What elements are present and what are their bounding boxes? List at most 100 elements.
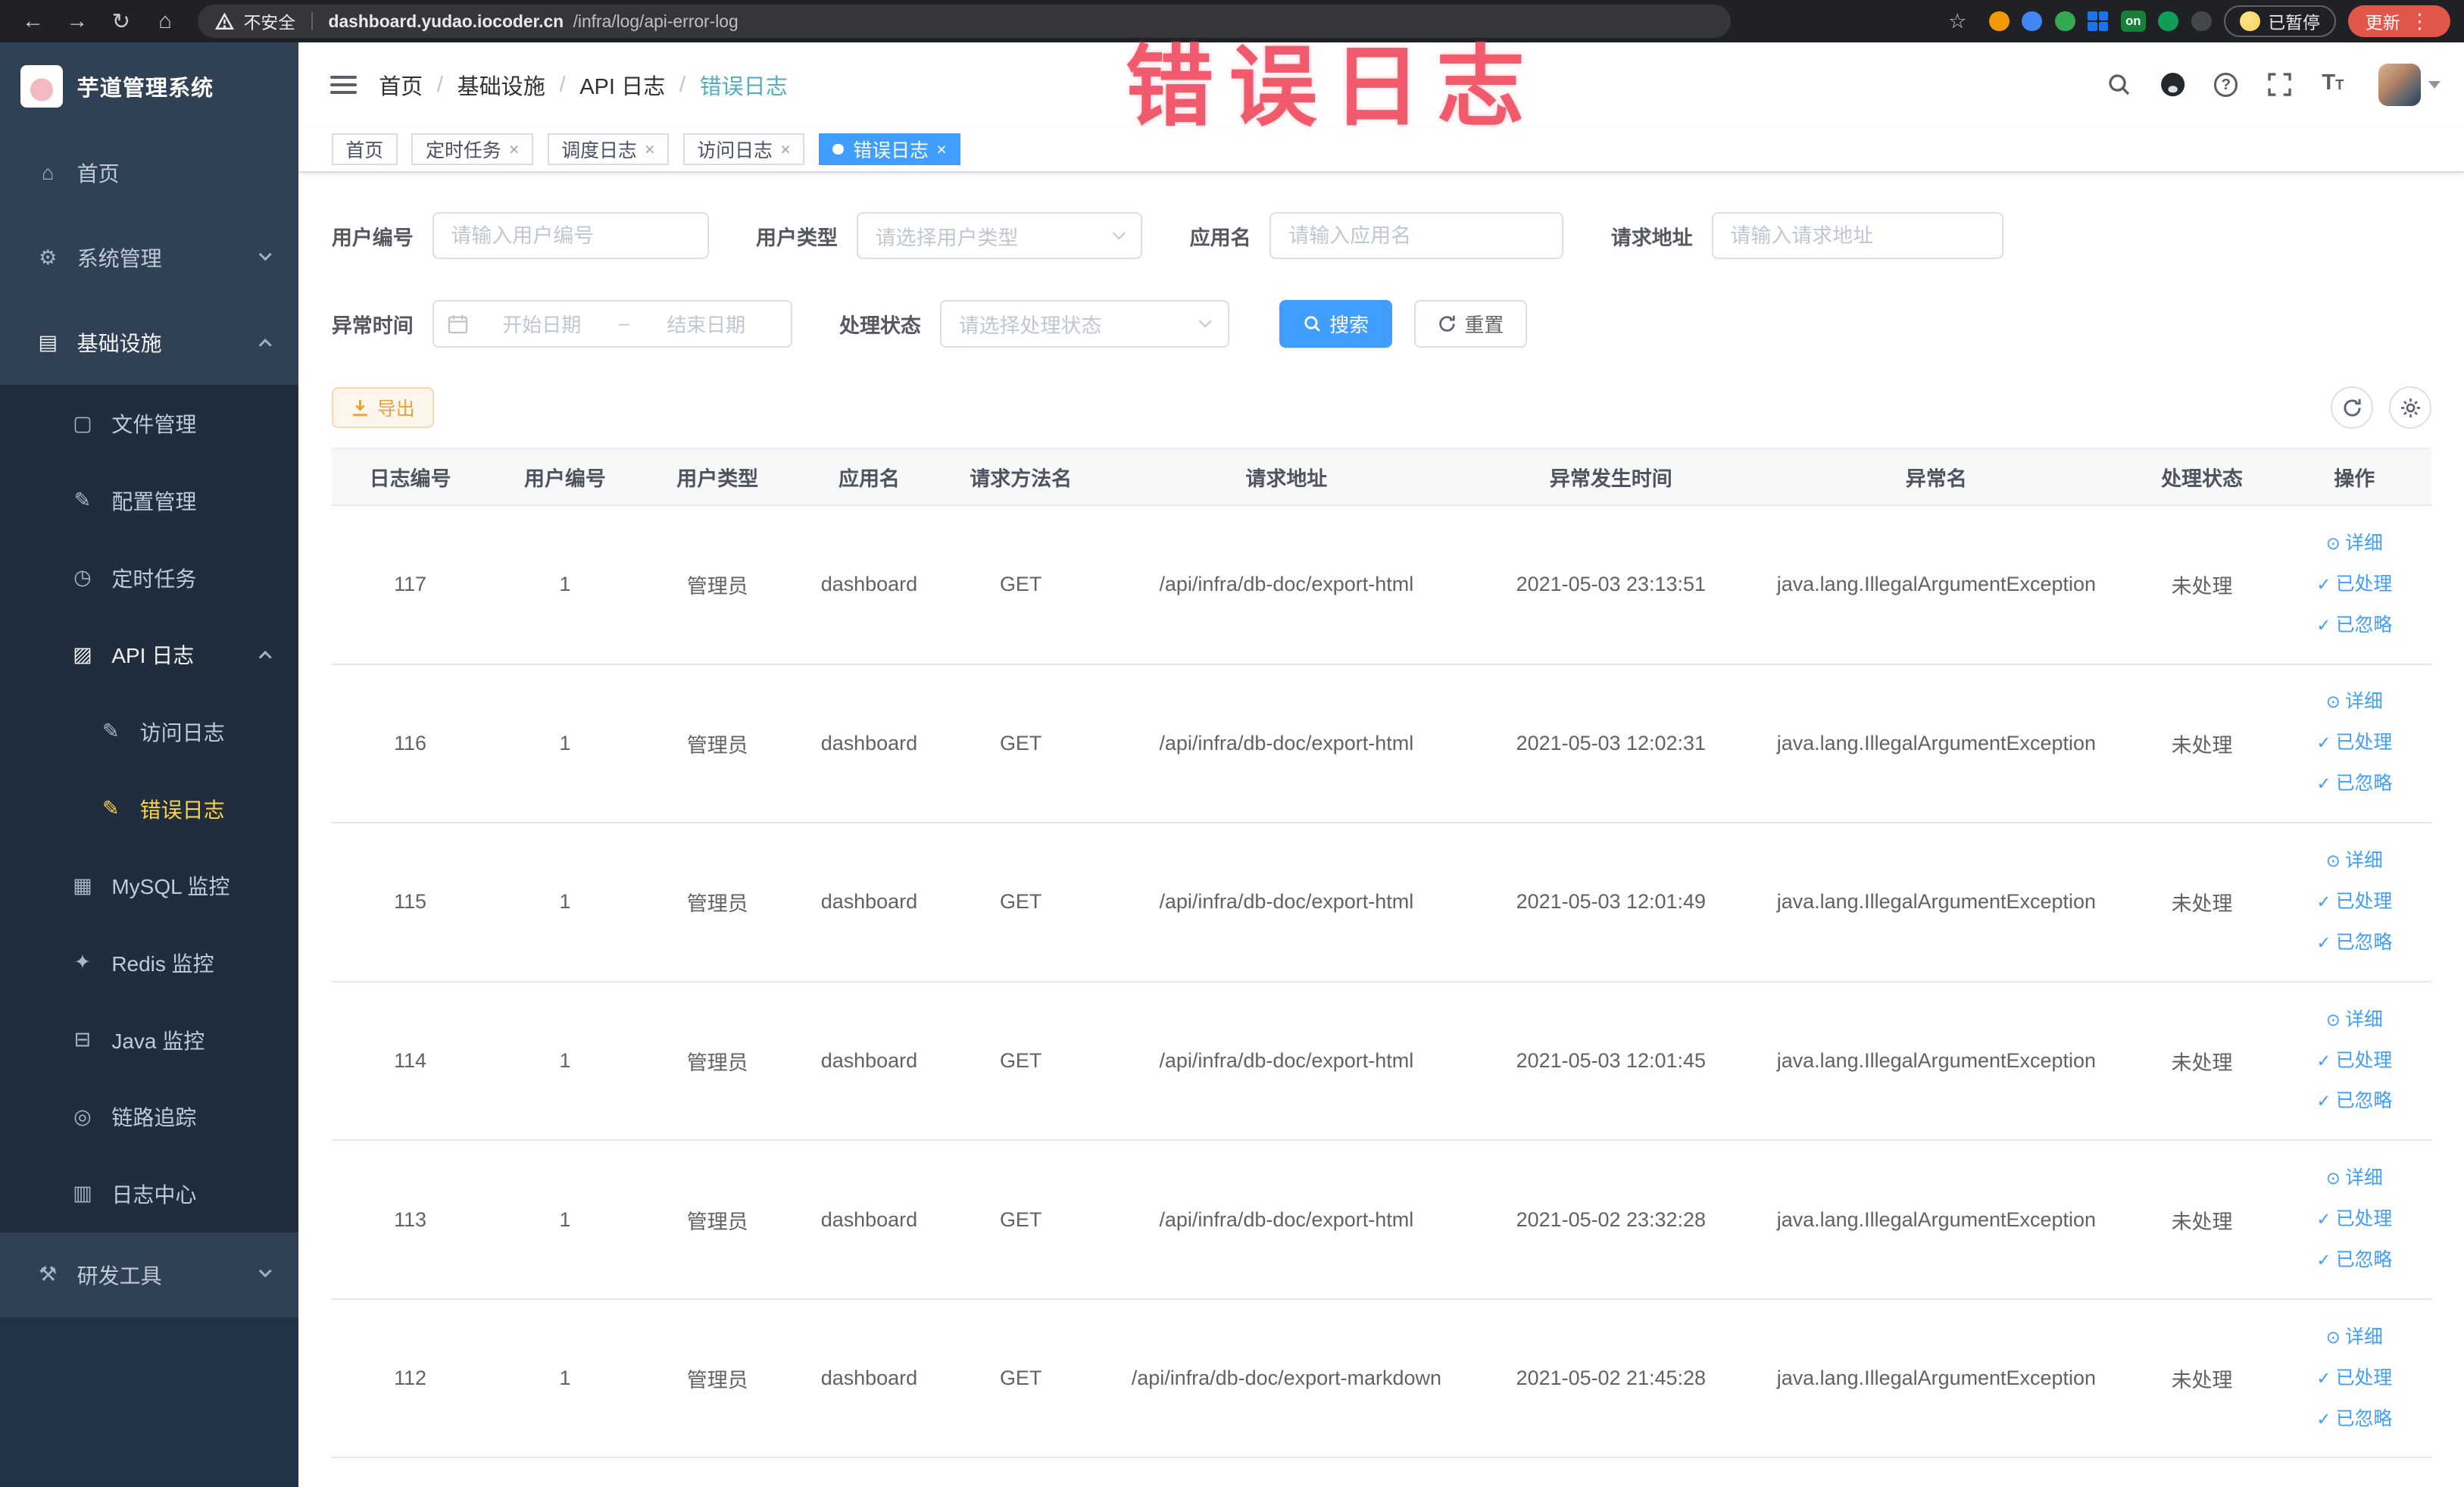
user-type-select[interactable]: 请选择用户类型 xyxy=(856,212,1143,260)
action-ignored-link[interactable]: ✓ 已忽略 xyxy=(2316,923,2392,964)
reload-button[interactable]: ↻ xyxy=(102,4,140,39)
extension-icon-sprout[interactable] xyxy=(2158,11,2179,32)
exception-time-label: 异常时间 xyxy=(331,314,414,337)
tab-error-log[interactable]: 错误日志 × xyxy=(818,133,961,165)
extension-icon-green[interactable] xyxy=(2054,11,2075,32)
action-processed-link[interactable]: ✓ 已处理 xyxy=(2316,1199,2392,1240)
logo-title: 芋道管理系统 xyxy=(77,77,214,102)
close-icon[interactable]: × xyxy=(509,139,519,160)
extension-icon-grid[interactable] xyxy=(2088,11,2109,32)
help-icon[interactable]: ? xyxy=(2212,70,2240,98)
extension-icon-blue[interactable] xyxy=(2022,11,2043,32)
action-label: 已忽略 xyxy=(2335,1407,2393,1429)
paused-badge[interactable]: 已暂停 xyxy=(2224,5,2336,37)
tab-access-log[interactable]: 访问日志 × xyxy=(682,133,805,165)
extension-icon-orange[interactable] xyxy=(1988,11,2010,32)
action-ignored-link[interactable]: ✓ 已忽略 xyxy=(2316,764,2392,804)
action-detail-link[interactable]: ⊙ 详细 xyxy=(2326,1000,2383,1041)
sidebar-item-api-log[interactable]: ▨ API 日志 xyxy=(0,616,299,694)
sidebar-item-file-management[interactable]: ▢ 文件管理 xyxy=(0,385,299,463)
cell-user-id: 1 xyxy=(489,823,642,982)
tab-job-log[interactable]: 调度日志 × xyxy=(547,133,670,165)
breadcrumb-api-log[interactable]: API 日志 xyxy=(579,69,665,101)
cell-method: GET xyxy=(945,981,1098,1142)
sidebar-item-log-center[interactable]: ▥ 日志中心 xyxy=(0,1155,299,1232)
sidebar-item-dev-tools[interactable]: ⚒ 研发工具 xyxy=(0,1232,299,1317)
table-row: 115 1 管理员 dashboard GET/api/infra/db-doc/exp… xyxy=(331,823,2432,982)
github-icon[interactable] xyxy=(2159,70,2187,98)
request-url-input[interactable] xyxy=(1711,212,2004,260)
tab-home[interactable]: 首页 xyxy=(331,133,398,165)
eye-icon: ⊙ xyxy=(2325,692,2341,712)
close-icon[interactable]: × xyxy=(780,139,790,160)
breadcrumb-home[interactable]: 首页 xyxy=(379,69,423,101)
user-menu[interactable] xyxy=(2378,64,2441,107)
forward-button[interactable]: → xyxy=(58,4,96,39)
sidebar-item-system[interactable]: ⚙ 系统管理 xyxy=(0,215,299,301)
sidebar-item-mysql-monitor[interactable]: ▦ MySQL 监控 xyxy=(0,847,299,925)
action-detail-link[interactable]: ⊙ 详细 xyxy=(2326,523,2383,564)
search-icon[interactable] xyxy=(2105,70,2133,98)
browser-actions: ☆ on 已暂停 更新 ⋮ xyxy=(1938,4,2450,39)
logo[interactable]: 芋道管理系统 xyxy=(0,42,298,130)
action-label: 已处理 xyxy=(2335,732,2393,754)
trace-icon: ◎ xyxy=(73,1104,92,1128)
action-processed-link[interactable]: ✓ 已处理 xyxy=(2316,564,2392,605)
close-icon[interactable]: × xyxy=(645,139,654,160)
sidebar-item-java-monitor[interactable]: ⊟ Java 监控 xyxy=(0,1001,299,1079)
column-settings-button[interactable] xyxy=(2389,386,2432,430)
exception-time-range-picker[interactable]: 开始日期 – 结束日期 xyxy=(432,300,792,348)
action-processed-link[interactable]: ✓ 已处理 xyxy=(2316,1358,2392,1399)
home-button[interactable]: ⌂ xyxy=(146,4,184,39)
chevron-up-icon xyxy=(258,338,273,352)
action-ignored-link[interactable]: ✓ 已忽略 xyxy=(2316,605,2392,646)
sidebar-item-trace[interactable]: ◎ 链路追踪 xyxy=(0,1078,299,1156)
check-icon: ✓ xyxy=(2316,1250,2331,1270)
action-ignored-link[interactable]: ✓ 已忽略 xyxy=(2316,1399,2392,1440)
sidebar-collapse-icon[interactable] xyxy=(329,75,358,95)
sidebar-item-config-management[interactable]: ✎ 配置管理 xyxy=(0,462,299,539)
action-processed-link[interactable]: ✓ 已处理 xyxy=(2316,1041,2392,1082)
bookmark-star-icon[interactable]: ☆ xyxy=(1938,4,1976,39)
cell-exception-name: java.lang.IllegalArgumentException xyxy=(1746,505,2127,665)
back-button[interactable]: ← xyxy=(14,4,52,39)
process-status-select[interactable]: 请选择处理状态 xyxy=(939,300,1229,348)
cell-user-id: 1 xyxy=(489,1140,642,1300)
sidebar-item-access-log[interactable]: ✎ 访问日志 xyxy=(0,693,299,770)
close-icon[interactable]: × xyxy=(936,139,946,160)
file-icon: ▢ xyxy=(73,411,92,435)
refresh-button[interactable] xyxy=(2331,386,2374,430)
export-button[interactable]: 导出 xyxy=(331,387,434,429)
action-label: 已忽略 xyxy=(2335,614,2393,636)
sidebar-item-scheduled-jobs[interactable]: ◷ 定时任务 xyxy=(0,539,299,617)
cell-actions: ⊙ 详细 ✓ 已处理 ✓ 已忽略 xyxy=(2277,981,2432,1142)
extension-icon-on[interactable]: on xyxy=(2120,10,2146,33)
action-detail-link[interactable]: ⊙ 详细 xyxy=(2326,682,2383,723)
sidebar-item-home[interactable]: ⌂ 首页 xyxy=(0,130,299,216)
reset-button[interactable]: 重置 xyxy=(1414,300,1528,348)
action-ignored-link[interactable]: ✓ 已忽略 xyxy=(2316,1081,2392,1122)
action-detail-link[interactable]: ⊙ 详细 xyxy=(2326,1317,2383,1358)
cell-user-id: 1 xyxy=(489,1298,642,1459)
search-button[interactable]: 搜索 xyxy=(1279,300,1393,348)
user-id-input[interactable] xyxy=(432,212,709,260)
action-label: 已忽略 xyxy=(2335,1249,2393,1271)
action-processed-link[interactable]: ✓ 已处理 xyxy=(2316,882,2392,923)
app-name-input[interactable] xyxy=(1269,212,1564,260)
tab-scheduled-jobs[interactable]: 定时任务 × xyxy=(411,133,533,165)
breadcrumb-infrastructure[interactable]: 基础设施 xyxy=(458,69,545,101)
action-processed-link[interactable]: ✓ 已处理 xyxy=(2316,723,2392,764)
cell-status: 未处理 xyxy=(2126,664,2278,824)
sidebar-item-redis-monitor[interactable]: ✦ Redis 监控 xyxy=(0,924,299,1001)
fullscreen-icon[interactable] xyxy=(2266,70,2294,98)
font-size-icon[interactable]: TT xyxy=(2319,70,2347,98)
column-header-exception-name: 异常名 xyxy=(1746,448,2127,507)
update-button[interactable]: 更新 ⋮ xyxy=(2348,5,2450,37)
action-detail-link[interactable]: ⊙ 详细 xyxy=(2326,1158,2383,1199)
action-ignored-link[interactable]: ✓ 已忽略 xyxy=(2316,1240,2392,1281)
sidebar-item-error-log[interactable]: ✎ 错误日志 xyxy=(0,770,299,848)
extension-icon-dark[interactable] xyxy=(2191,11,2212,32)
action-detail-link[interactable]: ⊙ 详细 xyxy=(2326,841,2383,882)
sidebar-item-infrastructure[interactable]: ▤ 基础设施 xyxy=(0,300,299,386)
address-bar[interactable]: 不安全 dashboard.yudao.iocoder.cn/infra/log… xyxy=(198,5,1731,38)
